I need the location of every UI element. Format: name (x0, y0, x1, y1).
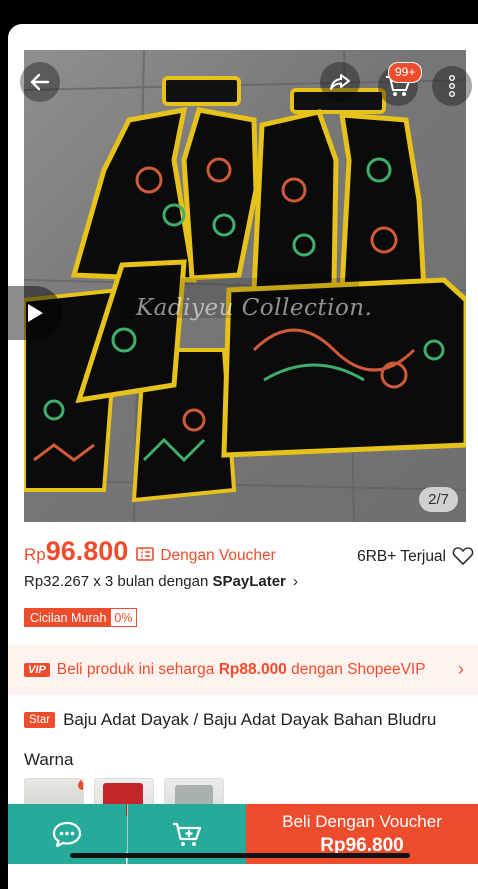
flame-icon (78, 779, 83, 790)
product-image-gallery[interactable]: Kadiyeu Collection. 2/7 (24, 50, 466, 522)
shopee-vip-banner[interactable]: VIP Beli produk ini seharga Rp88.000 den… (8, 645, 478, 695)
cicilan-badge[interactable]: Cicilan Murah 0% (24, 608, 137, 627)
star-seller-badge: Star (24, 712, 56, 728)
image-counter: 2/7 (419, 487, 458, 512)
image-watermark: Kadiyeu Collection. (136, 295, 373, 321)
share-icon (330, 74, 350, 90)
favorite-button[interactable] (452, 546, 474, 571)
paylater-link[interactable]: Rp32.267 x 3 bulan dengan SPayLater › (24, 573, 298, 590)
more-options-button[interactable] (432, 66, 472, 106)
variant-label: Warna (24, 750, 74, 769)
product-photo (24, 50, 466, 522)
price-row: Rp 96.800 Dengan Voucher (24, 536, 276, 567)
buy-button-label: Beli Dengan Voucher (282, 811, 442, 831)
share-button[interactable] (320, 62, 360, 102)
product-page: Kadiyeu Collection. 2/7 99+ Rp 96.800 De… (8, 24, 478, 889)
voucher-label[interactable]: Dengan Voucher (160, 547, 275, 565)
arrow-left-icon (30, 73, 50, 91)
price-currency: Rp (24, 545, 46, 564)
chevron-right-icon: › (458, 659, 464, 679)
vip-badge: VIP (24, 663, 50, 677)
sold-count: 6RB+ Terjual (357, 548, 446, 565)
price-amount: 96.800 (45, 536, 129, 566)
voucher-icon (136, 547, 155, 566)
vip-text: Beli produk ini seharga Rp88.000 dengan … (57, 661, 426, 679)
play-icon (28, 304, 43, 322)
product-title-row: Star Baju Adat Dayak / Baju Adat Dayak B… (24, 710, 436, 730)
more-vertical-icon (449, 75, 455, 97)
vip-text-before: Beli produk ini seharga (56, 661, 219, 678)
chat-icon (52, 821, 82, 848)
back-button[interactable] (20, 62, 60, 102)
paylater-text: Rp32.267 x 3 bulan dengan (24, 573, 213, 590)
heart-icon (452, 547, 474, 565)
chevron-right-icon: › (293, 573, 299, 590)
home-indicator (70, 853, 410, 858)
vip-text-after: dengan ShopeeVIP (286, 661, 426, 678)
cart-count-badge: 99+ (388, 62, 423, 83)
play-video-button[interactable] (8, 286, 62, 340)
cicilan-label: Cicilan Murah (25, 609, 112, 626)
add-cart-icon (173, 822, 202, 846)
cicilan-percent: 0% (114, 611, 133, 625)
paylater-brand: SPayLater (212, 573, 286, 590)
product-title: Baju Adat Dayak / Baju Adat Dayak Bahan … (63, 710, 437, 729)
vip-price: Rp88.000 (218, 661, 287, 678)
